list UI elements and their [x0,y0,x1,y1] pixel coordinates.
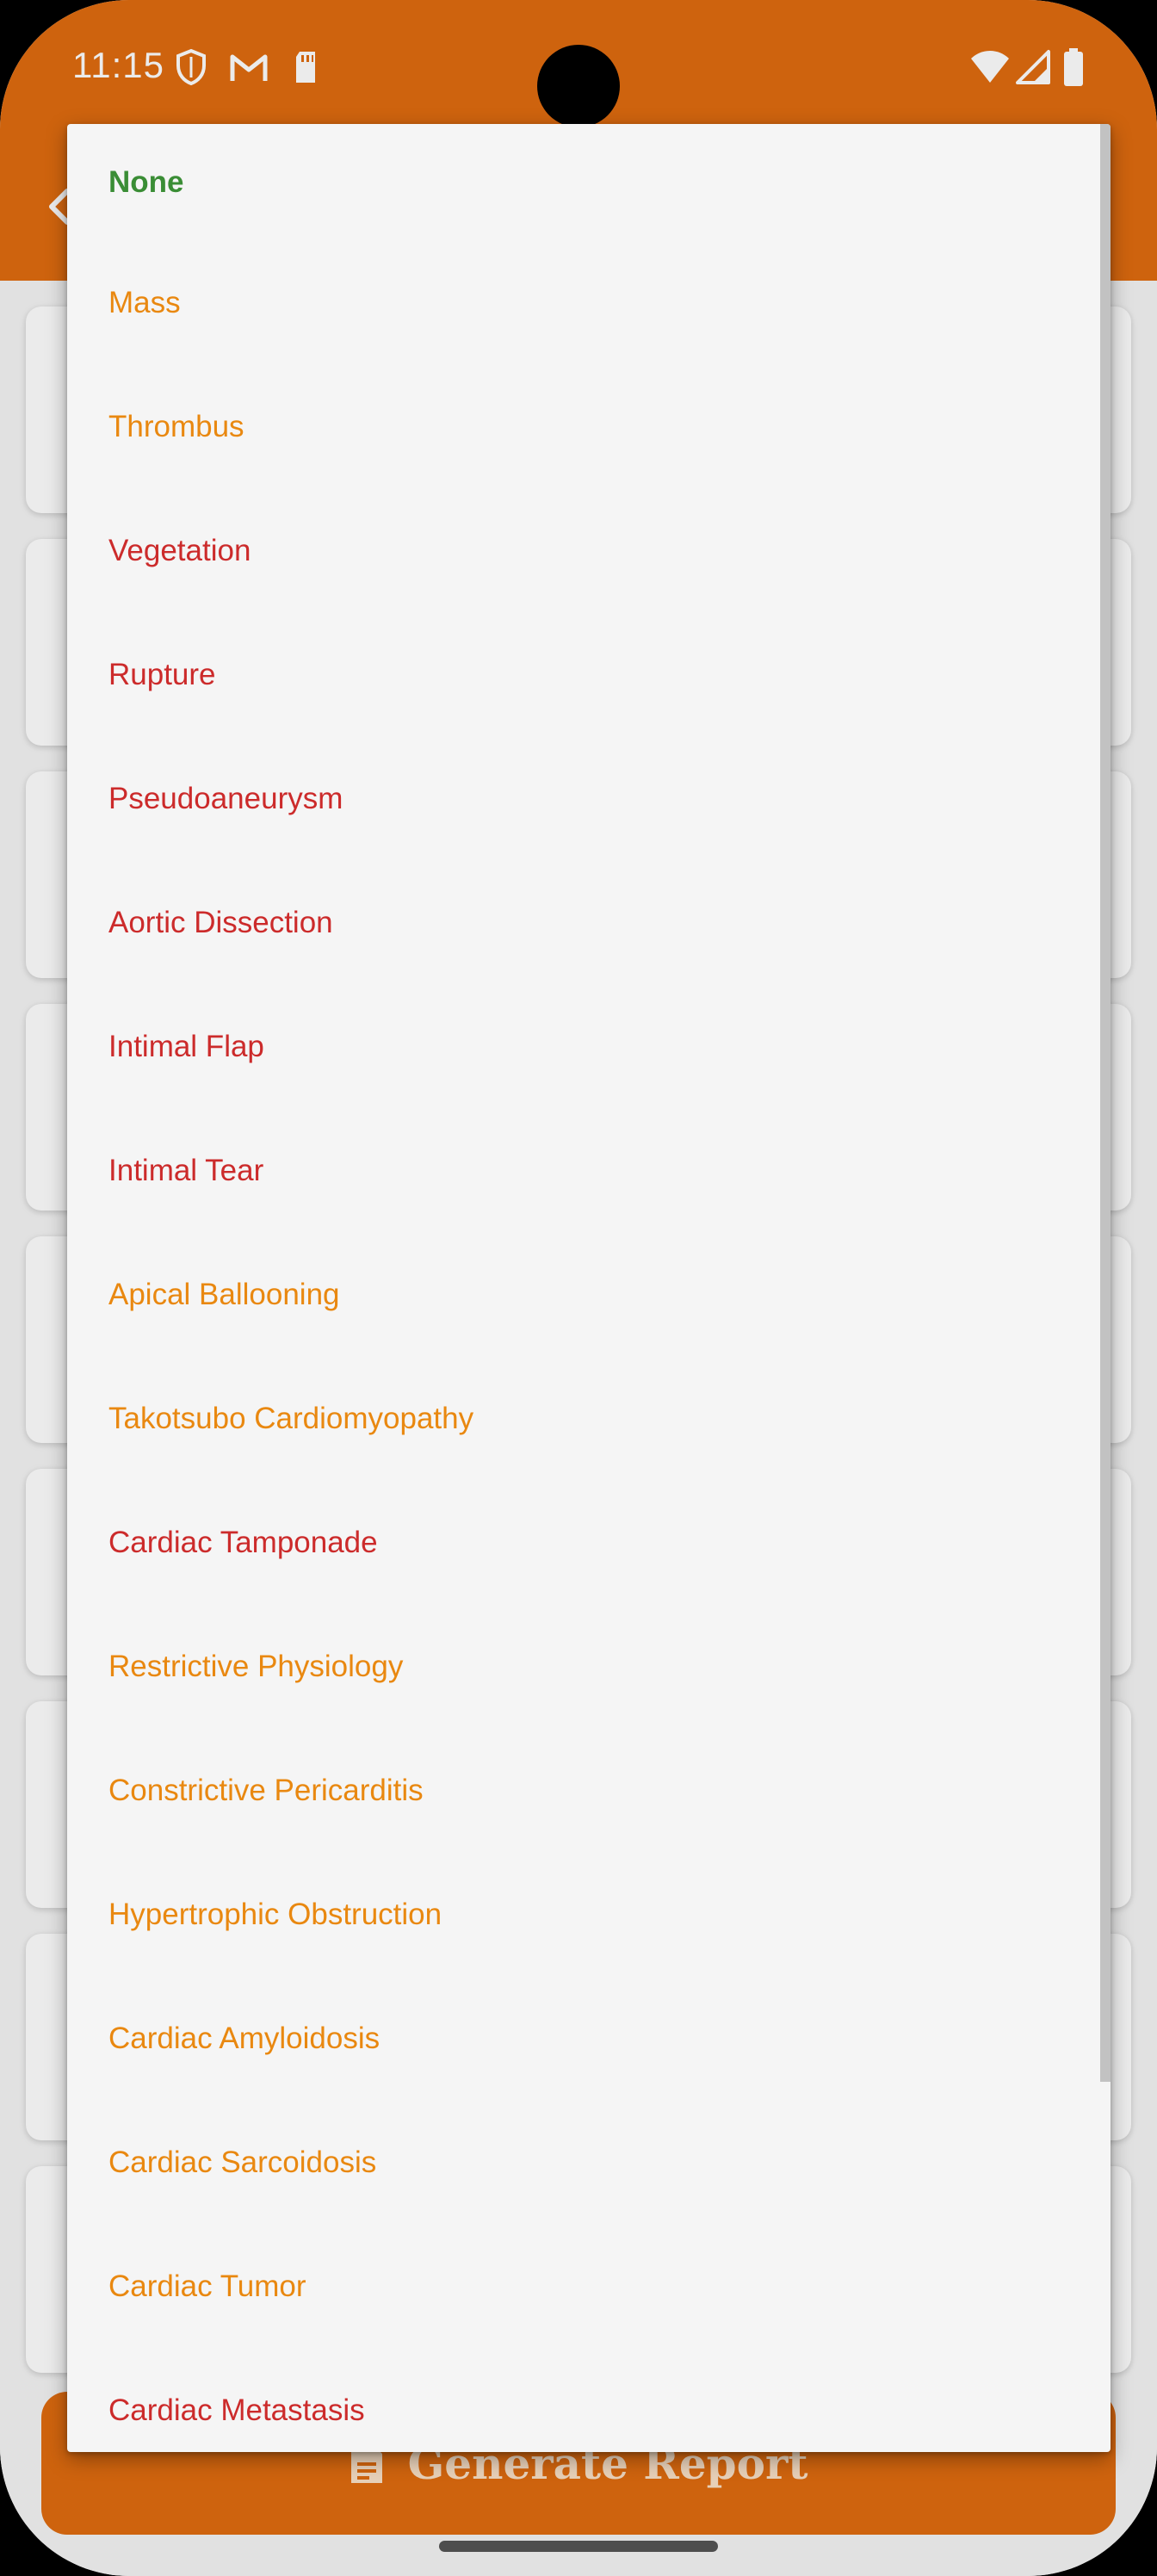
dropdown-option[interactable]: Cardiac Tumor [67,2225,1111,2349]
dropdown-option[interactable]: Constrictive Pericarditis [67,1729,1111,1853]
dropdown-option[interactable]: Cardiac Metastasis [67,2349,1111,2452]
finding-dropdown-menu: None Mass Thrombus Vegetation Rupture Pseudoa… [67,124,1111,2452]
dropdown-option[interactable]: Cardiac Amyloidosis [67,1977,1111,2101]
dropdown-option[interactable]: Hypertrophic Obstruction [67,1853,1111,1977]
dropdown-option[interactable]: Intimal Flap [67,985,1111,1109]
dropdown-option[interactable]: Rupture [67,613,1111,737]
dropdown-option[interactable]: Vegetation [67,489,1111,613]
dropdown-option[interactable]: Apical Ballooning [67,1233,1111,1357]
dropdown-option[interactable]: Pseudoaneurysm [67,737,1111,861]
dropdown-option[interactable]: Mass [67,241,1111,365]
dropdown-option[interactable]: Aortic Dissection [67,861,1111,985]
dropdown-option[interactable]: Cardiac Tamponade [67,1481,1111,1605]
dropdown-option[interactable]: Restrictive Physiology [67,1605,1111,1729]
device-screen: 11:15 Generate Report None Mass Thrombus… [0,0,1157,2576]
dropdown-option[interactable]: Cardiac Sarcoidosis [67,2101,1111,2225]
dropdown-option[interactable]: Thrombus [67,365,1111,489]
scrollbar-thumb[interactable] [1100,124,1111,2082]
dropdown-options-list: None Mass Thrombus Vegetation Rupture Pseudoa… [67,124,1111,2452]
dropdown-option[interactable]: Takotsubo Cardiomyopathy [67,1357,1111,1481]
dropdown-option[interactable]: None [67,124,1111,241]
dropdown-option[interactable]: Intimal Tear [67,1109,1111,1233]
